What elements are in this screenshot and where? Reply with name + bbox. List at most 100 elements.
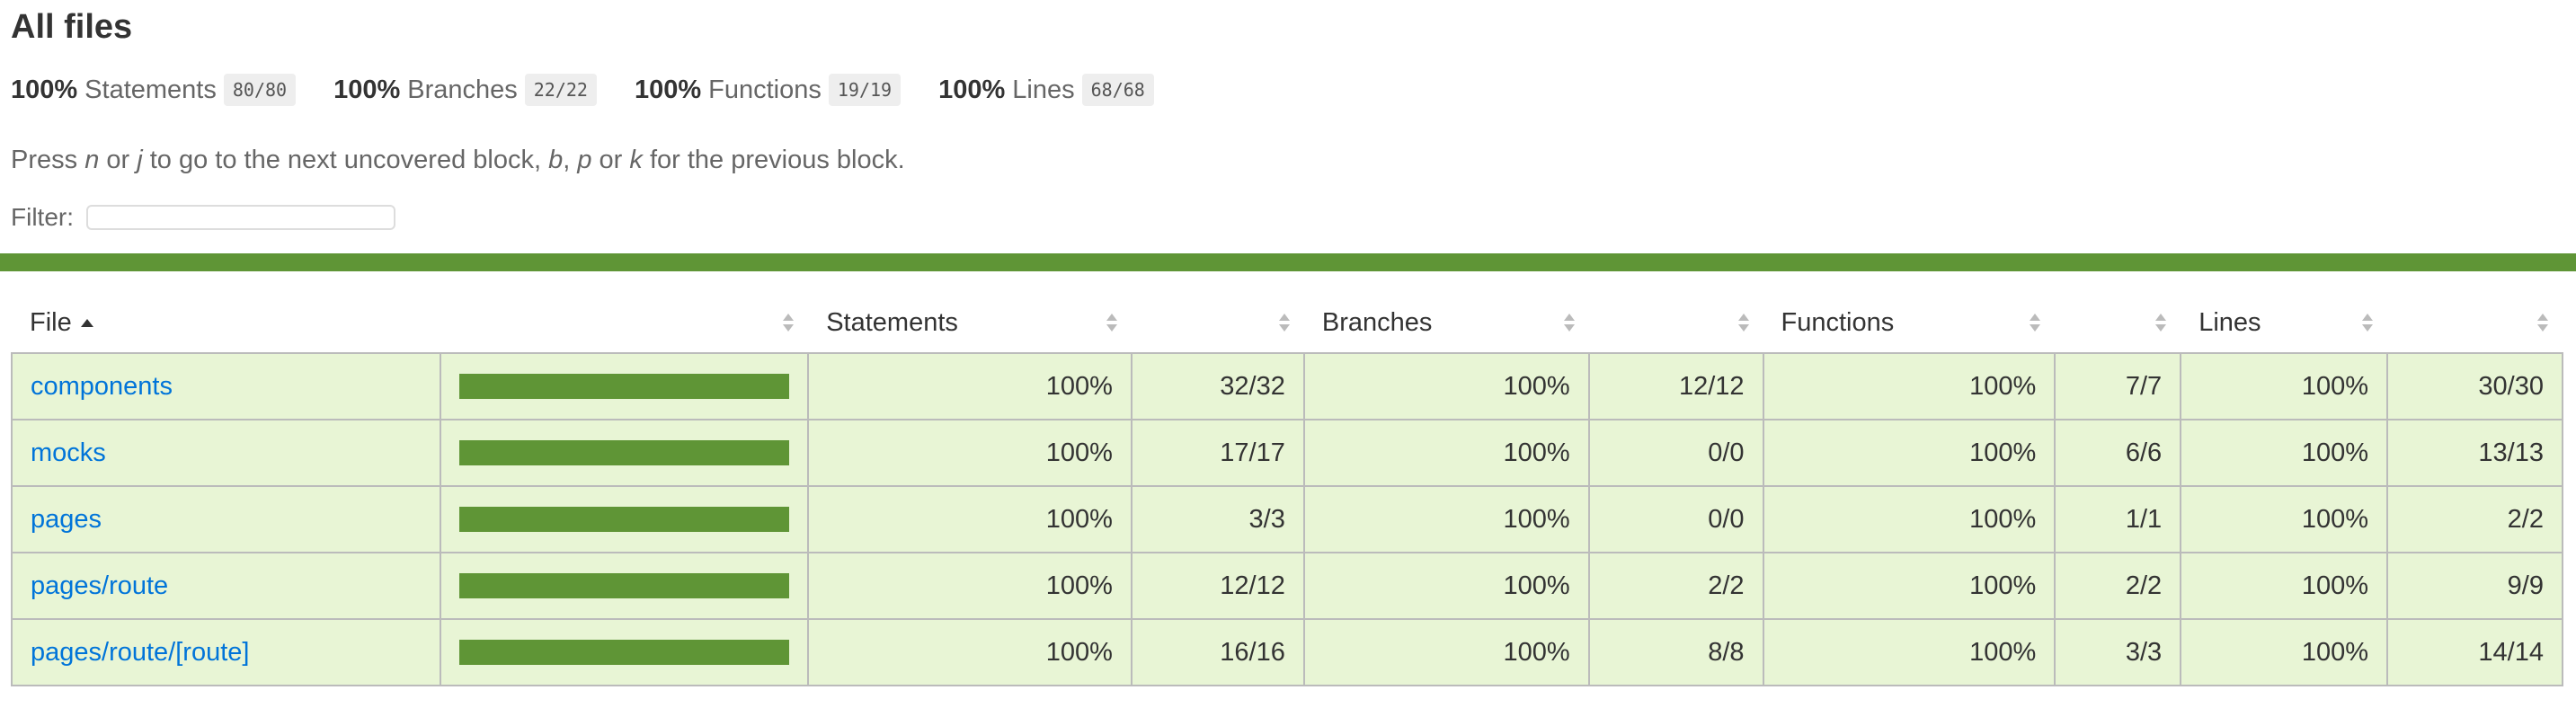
hint-key: n xyxy=(84,146,100,174)
functions-fraction-column-header[interactable] xyxy=(2055,293,2181,353)
header-label: Branches xyxy=(1321,307,1433,337)
summary-pct: 100% xyxy=(938,75,1006,104)
branches-fraction-cell: 8/8 xyxy=(1587,618,1764,686)
statements-fraction-cell: 32/32 xyxy=(1130,352,1305,420)
functions-pct-cell: 100% xyxy=(1762,552,2056,620)
branches-fraction-cell: 12/12 xyxy=(1587,352,1764,420)
functions-fraction-cell: 3/3 xyxy=(2054,618,2182,686)
coverage-bar-cell xyxy=(439,618,810,686)
hint-text: Press xyxy=(11,146,85,174)
hint-text: to go to the next uncovered block, xyxy=(142,146,549,174)
file-cell: pages/route xyxy=(11,552,441,620)
file-link[interactable]: pages/route xyxy=(31,571,168,600)
coverage-bar-fill xyxy=(458,507,790,532)
sort-ascending-icon xyxy=(80,318,93,327)
statements-pct-cell: 100% xyxy=(807,419,1133,487)
lines-pct-cell: 100% xyxy=(2180,352,2389,420)
statements-fraction-cell: 16/16 xyxy=(1130,618,1305,686)
coverage-bar-fill xyxy=(458,573,790,598)
coverage-bar-cell xyxy=(439,552,810,620)
lines-pct-cell: 100% xyxy=(2180,552,2389,620)
page-title: All files xyxy=(11,8,133,46)
summary-pct: 100% xyxy=(634,75,702,104)
coverage-bar xyxy=(458,640,790,665)
branches-fraction-column-header[interactable] xyxy=(1589,293,1763,353)
table-row: mocks 100% 17/17 100% 0/0 100% 6/6 100% … xyxy=(11,419,2563,487)
statements-fraction-column-header[interactable] xyxy=(1132,293,1304,353)
coverage-bar xyxy=(458,440,790,465)
file-column-header[interactable]: File xyxy=(12,293,440,353)
table-row: pages/route 100% 12/12 100% 2/2 100% 2/2… xyxy=(11,552,2563,620)
file-link[interactable]: components xyxy=(31,372,173,401)
sort-icon xyxy=(2154,312,2168,333)
coverage-bar xyxy=(458,507,790,532)
sort-icon xyxy=(2536,312,2550,333)
statements-column-header[interactable]: Statements xyxy=(808,293,1132,353)
file-link[interactable]: pages/route/[route] xyxy=(31,638,249,667)
statements-fraction-cell: 12/12 xyxy=(1130,552,1305,620)
summary-lines: 100% Lines 68/68 xyxy=(938,74,1154,106)
coverage-bar-fill xyxy=(458,374,790,399)
lines-pct-cell: 100% xyxy=(2180,485,2389,553)
report-header: All files 100% Statements 80/80 100% Bra… xyxy=(0,0,2576,235)
summary-fraction-badge: 22/22 xyxy=(524,74,597,106)
hint-text: or xyxy=(591,146,630,174)
coverage-summary: 100% Statements 80/80 100% Branches 22/2… xyxy=(11,72,2576,108)
branches-pct-cell: 100% xyxy=(1302,552,1590,620)
file-link[interactable]: mocks xyxy=(31,438,106,467)
lines-column-header[interactable]: Lines xyxy=(2181,293,2387,353)
summary-pct: 100% xyxy=(11,75,78,104)
file-cell: mocks xyxy=(11,419,441,487)
summary-label: Lines xyxy=(1012,75,1075,104)
lines-fraction-cell: 9/9 xyxy=(2386,552,2563,620)
table-row: components 100% 32/32 100% 12/12 100% 7/… xyxy=(11,352,2563,420)
summary-label: Functions xyxy=(708,75,822,104)
branches-fraction-cell: 2/2 xyxy=(1587,552,1764,620)
lines-fraction-cell: 13/13 xyxy=(2386,419,2563,487)
sort-icon xyxy=(1737,312,1751,333)
hint-key: k xyxy=(629,146,643,174)
coverage-table: File Statements Branches Functions Lines… xyxy=(11,293,2563,686)
hint-text: for the previous block. xyxy=(642,146,905,174)
functions-pct-cell: 100% xyxy=(1762,419,2056,487)
statements-pct-cell: 100% xyxy=(807,552,1133,620)
coverage-bar xyxy=(458,573,790,598)
coverage-bar-cell xyxy=(439,485,810,553)
sort-icon xyxy=(1562,312,1577,333)
functions-fraction-cell: 7/7 xyxy=(2054,352,2182,420)
sort-icon xyxy=(781,312,795,333)
file-link[interactable]: pages xyxy=(31,505,102,534)
lines-pct-cell: 100% xyxy=(2180,419,2389,487)
statements-fraction-cell: 17/17 xyxy=(1130,419,1305,487)
branches-fraction-cell: 0/0 xyxy=(1587,485,1764,553)
branches-pct-cell: 100% xyxy=(1302,485,1590,553)
functions-fraction-cell: 2/2 xyxy=(2054,552,2182,620)
statements-fraction-cell: 3/3 xyxy=(1130,485,1305,553)
header-label: Statements xyxy=(826,307,958,337)
branches-pct-cell: 100% xyxy=(1302,618,1590,686)
functions-column-header[interactable]: Functions xyxy=(1763,293,2056,353)
file-cell: pages/route/[route] xyxy=(11,618,441,686)
file-cell: components xyxy=(11,352,441,420)
summary-statements: 100% Statements 80/80 xyxy=(11,74,297,106)
lines-fraction-cell: 2/2 xyxy=(2386,485,2563,553)
branches-column-header[interactable]: Branches xyxy=(1304,293,1589,353)
filter-label: Filter: xyxy=(11,203,74,231)
summary-pct: 100% xyxy=(333,75,401,104)
table-header-row: File Statements Branches Functions Lines xyxy=(12,293,2563,353)
statements-pct-cell: 100% xyxy=(807,618,1133,686)
lines-fraction-column-header[interactable] xyxy=(2387,293,2563,353)
functions-pct-cell: 100% xyxy=(1762,618,2056,686)
file-cell: pages xyxy=(11,485,441,553)
table-row: pages 100% 3/3 100% 0/0 100% 1/1 100% 2/… xyxy=(11,485,2563,553)
file-bar-column-header[interactable] xyxy=(440,293,808,353)
sort-icon xyxy=(2360,312,2375,333)
sort-icon xyxy=(1277,312,1292,333)
summary-functions: 100% Functions 19/19 xyxy=(634,74,902,106)
coverage-bar-cell xyxy=(439,419,810,487)
filter-input[interactable] xyxy=(86,205,395,230)
lines-pct-cell: 100% xyxy=(2180,618,2389,686)
coverage-bar-fill xyxy=(458,440,790,465)
coverage-bar-cell xyxy=(439,352,810,420)
coverage-status-bar xyxy=(0,253,2576,271)
